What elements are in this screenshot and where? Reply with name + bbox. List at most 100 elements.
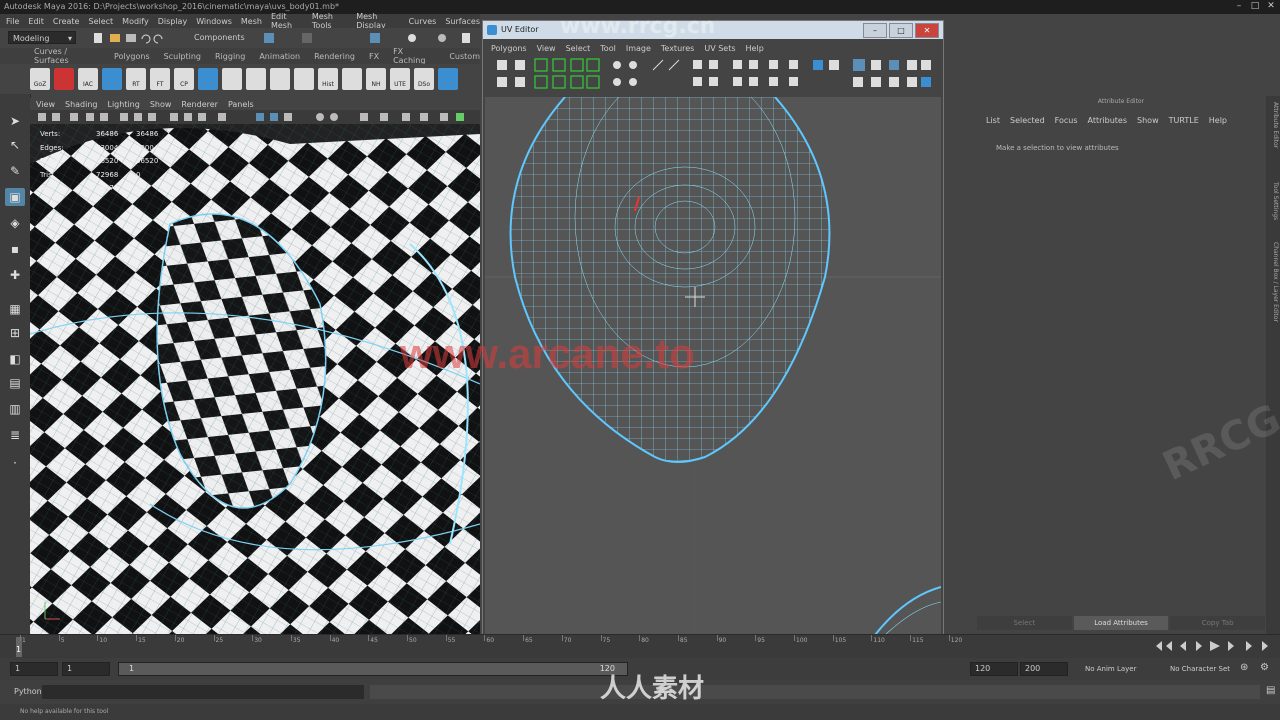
rotate-tool-icon[interactable]: ◈: [5, 214, 25, 232]
shelf-icon-13[interactable]: [342, 68, 362, 90]
command-input[interactable]: [42, 685, 364, 699]
shelf-tab-7[interactable]: FX Caching: [393, 47, 435, 65]
side-tab-1[interactable]: Tool Settings: [1267, 182, 1279, 220]
more-icon[interactable]: ·: [5, 454, 25, 472]
shelf-tab-8[interactable]: Custom: [449, 52, 480, 61]
start-time-field[interactable]: 1: [10, 662, 58, 676]
uv-menu-uv-sets[interactable]: UV Sets: [704, 44, 735, 53]
layout-outliner-icon[interactable]: ▤: [5, 374, 25, 392]
move-tool-icon[interactable]: ▣: [5, 188, 25, 206]
uv-maximize-icon[interactable]: □: [889, 23, 913, 38]
shelf-icon-17[interactable]: [438, 68, 458, 90]
shelf-icon-15[interactable]: UTE: [390, 68, 410, 90]
preferences-icon[interactable]: ⚙: [1260, 662, 1269, 673]
ae-menu-selected[interactable]: Selected: [1010, 116, 1045, 125]
uv-menu-textures[interactable]: Textures: [661, 44, 694, 53]
viewport-menu-panels[interactable]: Panels: [228, 100, 254, 109]
script-editor-icon[interactable]: ▤: [1266, 685, 1275, 696]
file-tools-icons[interactable]: [86, 31, 186, 45]
auto-key-icon[interactable]: ⊛: [1240, 662, 1248, 673]
viewport-menu-renderer[interactable]: Renderer: [181, 100, 218, 109]
shelf-tab-2[interactable]: Sculpting: [164, 52, 201, 61]
anim-end-field[interactable]: 120: [970, 662, 1018, 676]
select-tool-icon[interactable]: ➤: [5, 112, 25, 130]
ae-menu-turtle[interactable]: TURTLE: [1169, 116, 1199, 125]
menu-create[interactable]: Create: [53, 17, 80, 26]
lasso-tool-icon[interactable]: ↖: [5, 136, 25, 154]
shelf-icon-5[interactable]: FT: [150, 68, 170, 90]
shelf-icon-7[interactable]: [198, 68, 218, 90]
ae-menu-focus[interactable]: Focus: [1055, 116, 1078, 125]
side-tab-0[interactable]: Attribute Editor: [1267, 102, 1279, 148]
uv-menu-help[interactable]: Help: [746, 44, 764, 53]
side-tab-2[interactable]: Channel Box / Layer Editor: [1267, 242, 1279, 322]
shelf-icon-3[interactable]: [102, 68, 122, 90]
uv-editor-window[interactable]: UV Editor – □ ✕ Polygons View Select Tool Im…: [482, 20, 944, 638]
shelf-tab-4[interactable]: Animation: [259, 52, 300, 61]
viewport-menu-shading[interactable]: Shading: [65, 100, 98, 109]
shelf-icon-2[interactable]: IAC: [78, 68, 98, 90]
uv-close-icon[interactable]: ✕: [915, 23, 939, 38]
shelf-icon-0[interactable]: GoZ: [30, 68, 50, 90]
manipulator-icon[interactable]: ✚: [5, 266, 25, 284]
uv-menu-view[interactable]: View: [537, 44, 556, 53]
minimize-icon[interactable]: –: [1234, 1, 1244, 11]
shelf-icon-12[interactable]: Hist: [318, 68, 338, 90]
range-bar[interactable]: 1 120: [118, 662, 628, 676]
anim-layer-dropdown[interactable]: No Anim Layer: [1085, 665, 1136, 673]
ae-menu-list[interactable]: List: [986, 116, 1000, 125]
shelf-tab-6[interactable]: FX: [369, 52, 379, 61]
layout-four-icon[interactable]: ⊞: [5, 324, 25, 342]
viewport-menu-lighting[interactable]: Lighting: [107, 100, 139, 109]
shelf-tab-0[interactable]: Curves / Surfaces: [34, 47, 100, 65]
uv-toolbar-icons[interactable]: [487, 56, 941, 94]
shelf-icon-8[interactable]: [222, 68, 242, 90]
components-label[interactable]: Components: [194, 33, 245, 42]
uv-menu-select[interactable]: Select: [566, 44, 591, 53]
menu-surfaces[interactable]: Surfaces: [445, 17, 480, 26]
menu-display[interactable]: Display: [158, 17, 188, 26]
layout-stack-icon[interactable]: ≣: [5, 426, 25, 444]
shelf-icon-11[interactable]: [294, 68, 314, 90]
menu-file[interactable]: File: [6, 17, 19, 26]
ae-menu-attributes[interactable]: Attributes: [1088, 116, 1128, 125]
script-language-label[interactable]: Python: [14, 687, 42, 696]
shelf-icon-16[interactable]: DSo: [414, 68, 434, 90]
uv-menu-tool[interactable]: Tool: [600, 44, 616, 53]
shelf-tab-5[interactable]: Rendering: [314, 52, 355, 61]
shelf-icon-14[interactable]: NH: [366, 68, 386, 90]
snap-tools-icons[interactable]: [262, 31, 477, 45]
paint-select-icon[interactable]: ✎: [5, 162, 25, 180]
layout-graph-icon[interactable]: ▥: [5, 400, 25, 418]
viewport-toolbar-icons[interactable]: [30, 110, 480, 124]
shelf-tab-1[interactable]: Polygons: [114, 52, 150, 61]
shelf-icon-10[interactable]: [270, 68, 290, 90]
menu-mesh[interactable]: Mesh: [241, 17, 262, 26]
character-set-dropdown[interactable]: No Character Set: [1170, 665, 1230, 673]
uv-minimize-icon[interactable]: –: [863, 23, 887, 38]
uv-editor-title-bar[interactable]: UV Editor – □ ✕: [483, 21, 943, 39]
menu-edit[interactable]: Edit: [28, 17, 44, 26]
maximize-icon[interactable]: □: [1250, 1, 1260, 11]
uv-canvas[interactable]: [485, 97, 941, 635]
uv-menu-polygons[interactable]: Polygons: [491, 44, 527, 53]
menu-curves[interactable]: Curves: [409, 17, 437, 26]
scale-tool-icon[interactable]: ▪: [5, 240, 25, 258]
ae-button-select[interactable]: Select: [977, 616, 1072, 630]
uv-menu-image[interactable]: Image: [626, 44, 651, 53]
menu-select[interactable]: Select: [88, 17, 113, 26]
shelf-icon-9[interactable]: [246, 68, 266, 90]
ae-menu-help[interactable]: Help: [1209, 116, 1227, 125]
shelf-tab-3[interactable]: Rigging: [215, 52, 245, 61]
layout-side-icon[interactable]: ◧: [5, 350, 25, 368]
menu-windows[interactable]: Windows: [196, 17, 232, 26]
anim-start-field[interactable]: 1: [62, 662, 110, 676]
time-slider[interactable]: 1 1 5 10 15 20 25 30 35 40 45 50 55 60 65 70 75 80 85 90 95…: [0, 634, 1280, 659]
layout-single-icon[interactable]: ▦: [5, 300, 25, 318]
shelf-icon-1[interactable]: [54, 68, 74, 90]
ae-button-copy-tab[interactable]: Copy Tab: [1170, 616, 1266, 630]
ae-button-load-attributes[interactable]: Load Attributes: [1073, 616, 1169, 630]
viewport-menu-show[interactable]: Show: [150, 100, 172, 109]
ae-menu-show[interactable]: Show: [1137, 116, 1159, 125]
viewport-menu-view[interactable]: View: [36, 100, 55, 109]
